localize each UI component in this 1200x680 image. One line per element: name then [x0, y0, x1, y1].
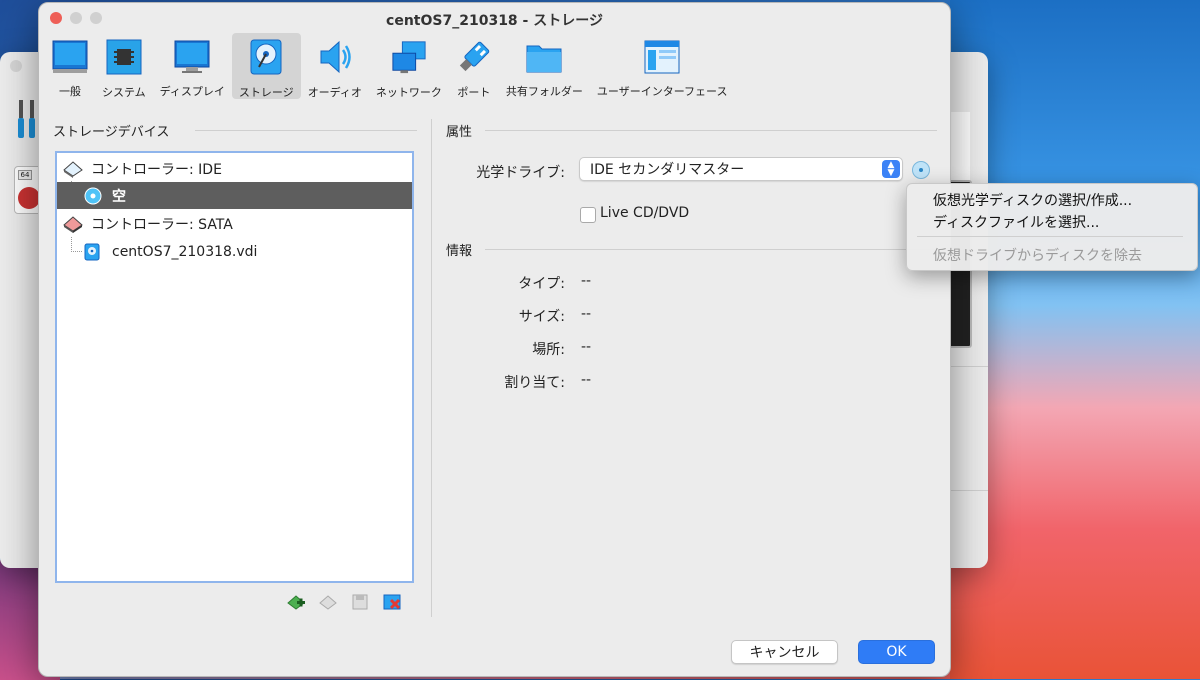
display-icon: [174, 39, 210, 74]
port-plug-icon: [456, 39, 492, 75]
info-size-value: --: [581, 306, 592, 322]
tree-item-label: 空: [112, 188, 126, 205]
tree-item-label: コントローラー: IDE: [91, 161, 222, 178]
tree-item-ide-controller[interactable]: コントローラー: IDE: [57, 155, 412, 182]
optical-disc-icon: [84, 187, 102, 205]
menu-item-choose-create-disk[interactable]: 仮想光学ディスクの選択/作成...: [933, 190, 1132, 210]
tree-action-buttons: [285, 591, 403, 613]
menu-item-choose-disk-file[interactable]: ディスクファイルを選択...: [933, 212, 1099, 232]
info-location-label: 場所:: [532, 342, 565, 358]
info-type-value: --: [581, 273, 592, 289]
tab-user-interface[interactable]: ユーザーインターフェース: [590, 33, 735, 99]
tree-item-label: コントローラー: SATA: [91, 216, 233, 233]
chevron-updown-icon: ▲ ▼: [882, 160, 900, 178]
live-cd-checkbox[interactable]: [580, 207, 596, 223]
choose-disk-button[interactable]: [912, 161, 930, 179]
bg-close-icon: [10, 60, 22, 72]
remove-attachment-icon: [383, 594, 401, 610]
title-bar: centOS7_210318 - ストレージ: [39, 3, 950, 33]
sata-controller-icon: [63, 215, 83, 233]
info-attached-label: 割り当て:: [504, 375, 565, 391]
tab-shared-folders[interactable]: 共有フォルダー: [499, 33, 590, 99]
remove-controller-button[interactable]: [317, 591, 339, 613]
system-chip-icon: [106, 39, 142, 75]
tab-ports[interactable]: ポート: [449, 33, 499, 99]
storage-disk-icon: [248, 39, 284, 75]
bg-divider: [946, 366, 988, 367]
window-ui-icon: [644, 39, 680, 74]
network-icon: [391, 39, 427, 75]
settings-toolbar: 一般 システム ディスプレイ ストレージ オーディオ ネットワーク ポート 共有…: [39, 33, 950, 103]
bg-divider: [946, 490, 988, 491]
ok-button[interactable]: OK: [858, 640, 935, 664]
optical-drive-value: IDE セカンダリマスター: [590, 162, 745, 178]
harddisk-icon: [84, 243, 100, 261]
section-rule: [195, 130, 417, 131]
tab-display[interactable]: ディスプレイ: [153, 33, 232, 99]
floppy-icon: [352, 594, 368, 610]
section-rule: [485, 130, 937, 131]
disk-popup-menu: 仮想光学ディスクの選択/作成... ディスクファイルを選択... 仮想ドライブか…: [906, 183, 1198, 271]
ide-controller-icon: [63, 160, 83, 178]
add-controller-button[interactable]: [285, 591, 307, 613]
info-location-value: --: [581, 339, 592, 355]
info-heading: 情報: [446, 244, 473, 259]
tab-system[interactable]: システム: [95, 33, 153, 99]
window-title: centOS7_210318 - ストレージ: [386, 13, 603, 29]
section-rule: [485, 249, 937, 250]
tree-item-label: centOS7_210318.vdi: [112, 243, 258, 260]
add-icon: [287, 595, 305, 610]
tree-item-empty-optical[interactable]: 空: [57, 182, 412, 209]
storage-settings-dialog: centOS7_210318 - ストレージ 一般 システム ディスプレイ スト…: [38, 2, 951, 677]
info-size-label: サイズ:: [518, 309, 565, 325]
storage-devices-heading: ストレージデバイス: [53, 125, 170, 140]
optical-drive-label: 光学ドライブ:: [476, 165, 565, 181]
info-type-label: タイプ:: [518, 276, 565, 292]
tab-network[interactable]: ネットワーク: [369, 33, 449, 99]
speaker-icon: [317, 39, 353, 75]
tab-audio[interactable]: オーディオ: [301, 33, 369, 99]
storage-tree[interactable]: コントローラー: IDE 空 コントローラー: SATA centOS7_210…: [55, 151, 414, 583]
attributes-heading: 属性: [446, 125, 473, 140]
menu-separator: [917, 236, 1183, 237]
info-attached-value: --: [581, 372, 592, 388]
optical-drive-select[interactable]: IDE セカンダリマスター ▲ ▼: [579, 157, 903, 181]
cancel-button[interactable]: キャンセル: [731, 640, 838, 664]
add-attachment-button[interactable]: [349, 591, 371, 613]
pane-divider: [431, 119, 432, 617]
tree-item-vdi-disk[interactable]: centOS7_210318.vdi: [57, 238, 412, 265]
remove-attachment-button[interactable]: [381, 591, 403, 613]
menu-item-remove-disk[interactable]: 仮想ドライブからディスクを除去: [933, 245, 1142, 265]
folder-icon: [526, 39, 562, 74]
bg-tools-icon: [16, 100, 38, 140]
tab-general[interactable]: 一般: [45, 33, 95, 99]
live-cd-label: Live CD/DVD: [600, 205, 690, 221]
general-icon: [52, 39, 88, 74]
remove-controller-icon: [319, 595, 337, 610]
tree-item-sata-controller[interactable]: コントローラー: SATA: [57, 210, 412, 237]
tab-storage[interactable]: ストレージ: [231, 33, 301, 99]
